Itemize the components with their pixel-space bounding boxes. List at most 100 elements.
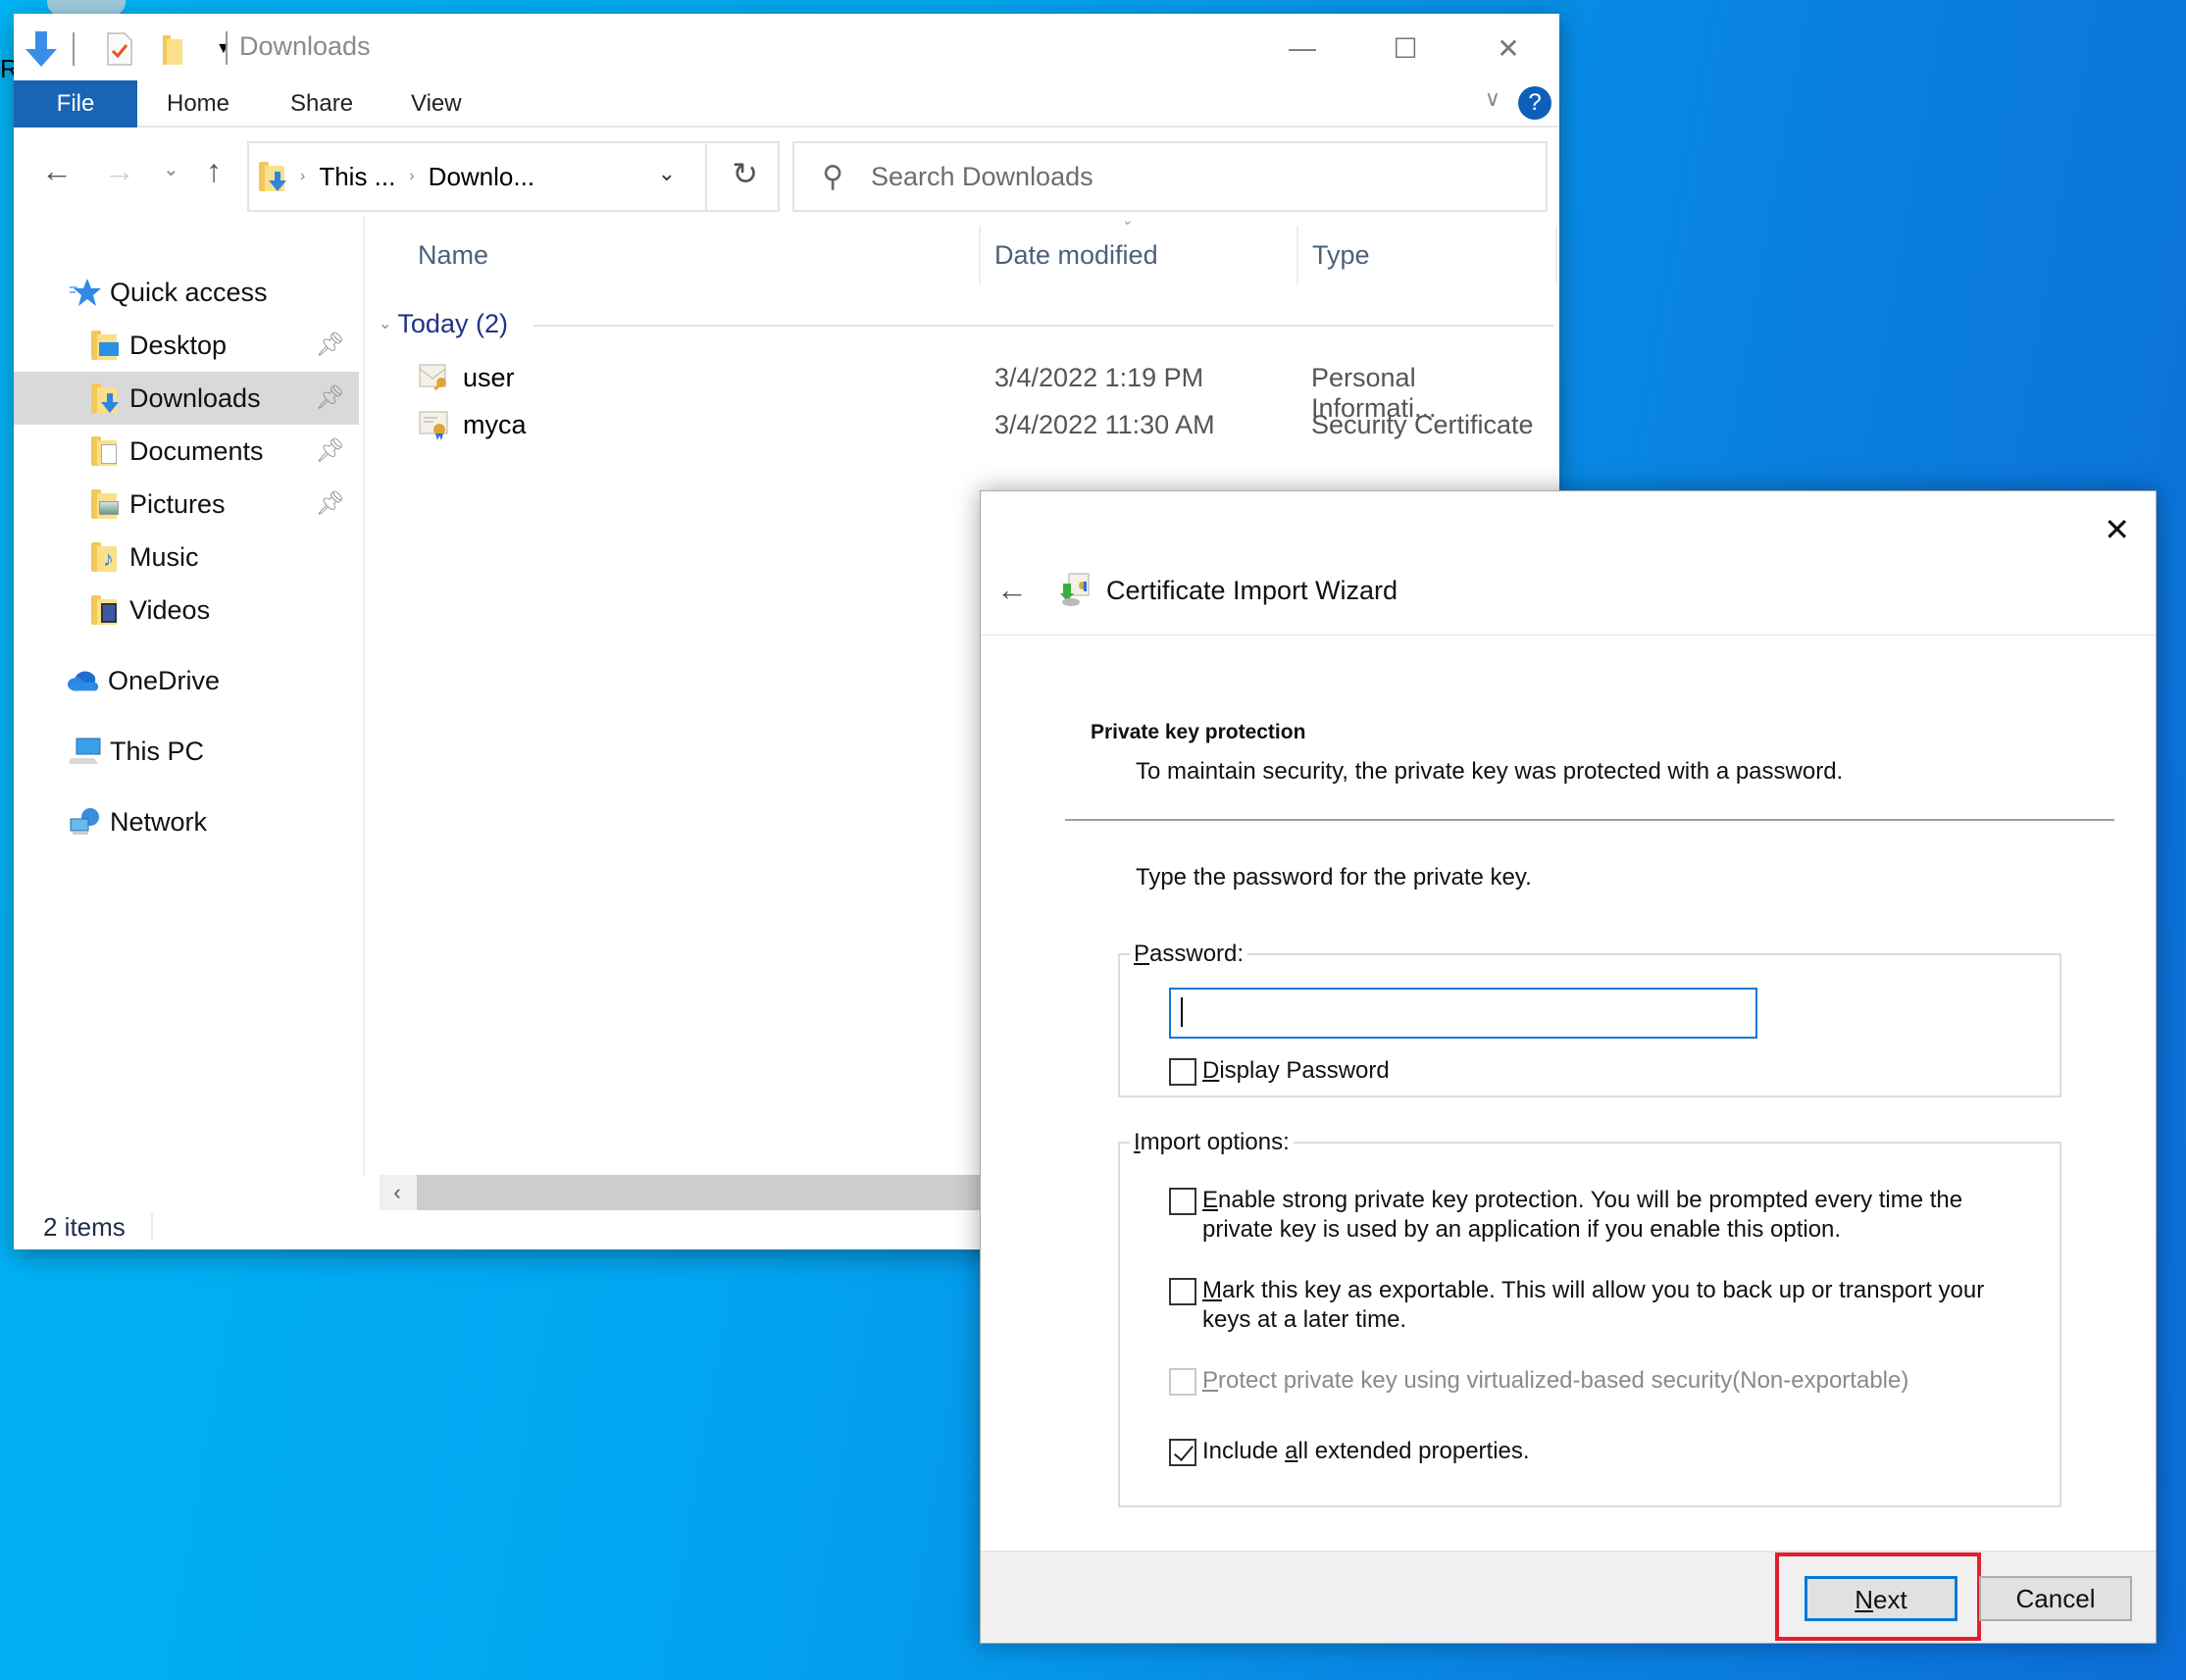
column-header-type[interactable]: Type — [1312, 226, 1370, 284]
breadcrumb-separator-icon: › — [409, 168, 415, 184]
minimize-button[interactable]: — — [1263, 27, 1342, 69]
this-pc-icon — [69, 735, 102, 768]
pin-icon[interactable]: 📌︎ — [316, 489, 345, 518]
strong-protection-checkbox[interactable] — [1169, 1188, 1196, 1215]
sidebar-item-downloads[interactable]: Downloads 📌︎ — [14, 372, 359, 425]
sidebar-item-pictures[interactable]: Pictures 📌︎ — [14, 478, 359, 531]
tab-home[interactable]: Home — [167, 80, 229, 127]
mark-exportable-checkbox[interactable] — [1169, 1278, 1196, 1305]
column-separator[interactable] — [1296, 226, 1298, 284]
file-date: 3/4/2022 11:30 AM — [994, 410, 1215, 439]
cancel-button[interactable]: Cancel — [1979, 1576, 2132, 1621]
new-folder-icon[interactable] — [161, 31, 184, 67]
search-icon: ⚲ — [822, 160, 843, 193]
mark-exportable-label[interactable]: Mark this key as exportable. This will a… — [1202, 1276, 1984, 1335]
address-history-dropdown-icon[interactable]: ⌄ — [658, 161, 676, 186]
minimize-icon: — — [1289, 32, 1316, 63]
sidebar-item-music[interactable]: ♪ Music — [14, 531, 359, 584]
import-options-label: Import options: — [1134, 1129, 1290, 1155]
pin-icon[interactable]: 📌︎ — [316, 331, 345, 359]
search-input[interactable]: Search Downloads — [871, 162, 1093, 192]
sidebar-item-label: Desktop — [129, 330, 228, 360]
tab-file[interactable]: File — [14, 80, 137, 127]
tab-view[interactable]: View — [411, 80, 462, 127]
dialog-back-arrow-icon[interactable]: ← — [996, 572, 1028, 608]
sidebar-item-desktop[interactable]: Desktop 📌︎ — [14, 319, 359, 372]
close-icon: ✕ — [1497, 32, 1520, 64]
address-bar[interactable]: › This ... › Downlo... ⌄ ↻ — [247, 141, 780, 212]
back-arrow-icon[interactable]: ← — [41, 153, 73, 189]
up-arrow-icon[interactable]: ↑ — [206, 153, 222, 189]
sidebar-item-label: This PC — [110, 736, 205, 766]
star-icon — [69, 276, 102, 309]
breadcrumb-separator-icon: › — [300, 168, 306, 184]
toolbar-separator — [73, 32, 75, 66]
downloads-folder-icon — [91, 383, 119, 413]
status-item-count: 2 items — [43, 1212, 126, 1242]
desktop-folder-icon — [91, 331, 119, 360]
help-icon[interactable]: ? — [1518, 86, 1551, 120]
ribbon-tabs: File Home Share View ∨ ? — [14, 80, 1559, 127]
column-header-date-modified[interactable]: Date modified — [994, 226, 1158, 284]
collapse-chevron-icon: ⌄ — [379, 316, 392, 332]
sidebar-item-this-pc[interactable]: This PC — [14, 725, 359, 778]
sidebar-item-videos[interactable]: Videos — [14, 584, 359, 636]
music-folder-icon: ♪ — [91, 542, 119, 572]
security-certificate-icon — [419, 411, 448, 440]
network-icon — [69, 805, 102, 839]
include-extended-properties-checkbox[interactable] — [1169, 1439, 1196, 1466]
sidebar-item-documents[interactable]: Documents 📌︎ — [14, 425, 359, 478]
pin-icon[interactable]: 📌︎ — [316, 436, 345, 465]
password-label: Password: — [1134, 941, 1245, 967]
file-row[interactable]: user 3/4/2022 1:19 PM Personal Informati… — [418, 355, 1546, 423]
column-separator[interactable] — [1555, 226, 1557, 284]
sidebar-item-label: Music — [129, 541, 199, 572]
content-divider — [1065, 819, 2114, 821]
sidebar-item-label: Quick access — [110, 277, 268, 307]
search-box[interactable]: ⚲ Search Downloads — [792, 141, 1548, 212]
tab-share[interactable]: Share — [290, 80, 353, 127]
maximize-button[interactable]: ☐ — [1366, 27, 1445, 69]
sidebar-item-network[interactable]: Network — [14, 795, 359, 848]
certificate-wizard-icon — [1060, 573, 1090, 606]
file-row[interactable]: myca 3/4/2022 11:30 AM Security Certific… — [418, 402, 1546, 449]
properties-check-icon[interactable] — [106, 31, 133, 67]
breadcrumb-this-pc[interactable]: This ... — [319, 162, 395, 192]
next-button[interactable]: Next — [1805, 1576, 1957, 1621]
title-bar[interactable]: ▼ Downloads — ☐ ✕ — [14, 14, 1559, 80]
dialog-close-icon[interactable]: ✕ — [2104, 511, 2130, 548]
column-separator[interactable] — [979, 226, 981, 284]
group-header-today[interactable]: ⌄ Today (2) — [379, 304, 508, 343]
forward-arrow-icon[interactable]: → — [104, 153, 135, 189]
sidebar-item-label: Videos — [129, 594, 211, 625]
expand-ribbon-chevron-icon[interactable]: ∨ — [1485, 86, 1500, 112]
close-button[interactable]: ✕ — [1469, 27, 1548, 69]
navigation-pane: Quick access Desktop 📌︎ Downloads 📌︎ Doc… — [14, 206, 365, 1187]
file-name: myca — [463, 410, 527, 439]
password-prompt: Type the password for the private key. — [1136, 864, 1532, 891]
group-label: Today (2) — [397, 308, 508, 338]
pfx-certificate-key-icon — [419, 364, 446, 391]
display-password-label[interactable]: Display Password — [1202, 1056, 1390, 1086]
include-extended-properties-label[interactable]: Include all extended properties. — [1202, 1437, 1530, 1466]
refresh-icon[interactable]: ↻ — [732, 155, 758, 192]
scroll-left-icon[interactable]: ‹ — [380, 1175, 415, 1210]
navigation-bar: ← → ⌄ ↑ › This ... › Downlo... ⌄ ↻ ⚲ Sea… — [14, 135, 1559, 212]
window-title: Downloads — [239, 31, 371, 61]
vbs-protection-checkbox — [1169, 1368, 1196, 1396]
display-password-checkbox[interactable] — [1169, 1058, 1196, 1086]
pin-icon[interactable]: 📌︎ — [316, 383, 345, 412]
file-name: user — [463, 363, 515, 392]
sidebar-item-quick-access[interactable]: Quick access — [14, 266, 359, 319]
breadcrumb-downloads[interactable]: Downlo... — [429, 162, 534, 192]
password-field[interactable] — [1169, 988, 1757, 1039]
sidebar-item-label: Documents — [129, 435, 264, 466]
quick-access-toolbar: ▼ — [24, 29, 231, 69]
column-header-name[interactable]: Name — [418, 226, 488, 284]
page-heading: Private key protection — [1091, 721, 1306, 743]
customize-toolbar-dropdown-icon[interactable]: ▼ — [216, 40, 231, 58]
sidebar-item-onedrive[interactable]: OneDrive — [14, 654, 359, 707]
download-arrow-icon[interactable] — [24, 29, 59, 69]
recent-locations-chevron-icon[interactable]: ⌄ — [163, 157, 179, 181]
strong-protection-label[interactable]: Enable strong private key protection. Yo… — [1202, 1186, 1962, 1245]
